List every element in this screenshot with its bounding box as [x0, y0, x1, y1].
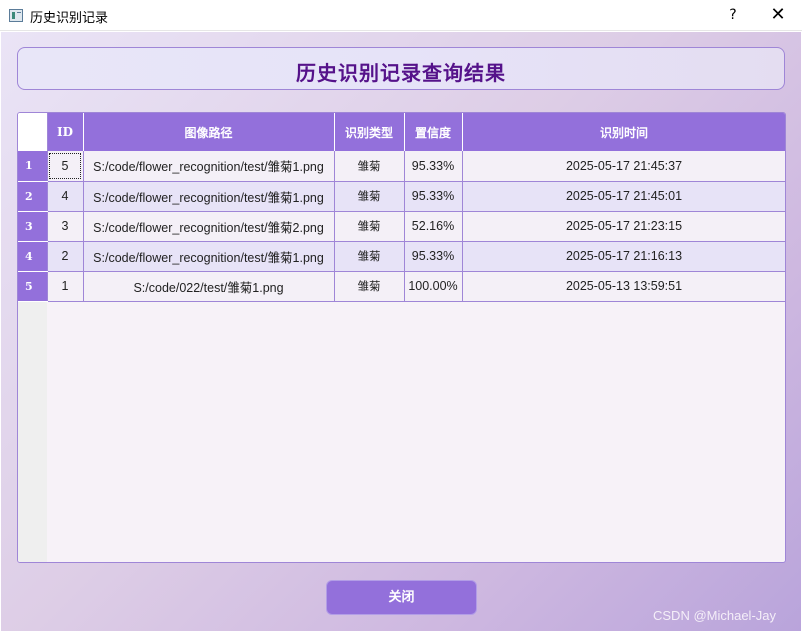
table-corner-button[interactable]: [18, 113, 48, 151]
cell-time[interactable]: 2025-05-17 21:23:15: [462, 211, 785, 242]
row-header[interactable]: 2: [18, 181, 48, 212]
cell-id[interactable]: 3: [47, 211, 84, 242]
page-title: 历史识别记录查询结果: [296, 61, 506, 85]
table-header-row: ID 图像路径 识别类型 置信度 识别时间: [18, 113, 785, 151]
cell-path[interactable]: S:/code/flower_recognition/test/雏菊1.png: [83, 151, 335, 182]
table-row[interactable]: 4 2 S:/code/flower_recognition/test/雏菊1.…: [18, 241, 785, 272]
cell-time[interactable]: 2025-05-13 13:59:51: [462, 271, 785, 302]
watermark: CSDN @Michael-Jay: [653, 608, 776, 623]
column-header-type[interactable]: 识别类型: [334, 113, 405, 151]
help-button[interactable]: ?: [718, 0, 748, 31]
cell-path[interactable]: S:/code/022/test/雏菊1.png: [83, 271, 335, 302]
cell-confidence[interactable]: 95.33%: [404, 241, 463, 272]
cell-id[interactable]: 5: [47, 151, 84, 182]
cell-type[interactable]: 雏菊: [334, 181, 405, 212]
app-icon: [9, 9, 23, 22]
history-table-grid: ID 图像路径 识别类型 置信度 识别时间 1 5 S:/code/flower…: [18, 113, 785, 302]
row-header[interactable]: 4: [18, 241, 48, 272]
column-header-id[interactable]: ID: [47, 113, 84, 151]
row-header[interactable]: 3: [18, 211, 48, 242]
cell-time[interactable]: 2025-05-17 21:45:37: [462, 151, 785, 182]
cell-time[interactable]: 2025-05-17 21:16:13: [462, 241, 785, 272]
column-header-time[interactable]: 识别时间: [462, 113, 785, 151]
cell-id[interactable]: 1: [47, 271, 84, 302]
history-table[interactable]: ID 图像路径 识别类型 置信度 识别时间 1 5 S:/code/flower…: [17, 112, 786, 563]
cell-confidence[interactable]: 95.33%: [404, 151, 463, 182]
window-title: 历史识别记录: [30, 11, 109, 26]
row-header[interactable]: 1: [18, 151, 48, 182]
cell-type[interactable]: 雏菊: [334, 211, 405, 242]
cell-confidence[interactable]: 100.00%: [404, 271, 463, 302]
table-row[interactable]: 3 3 S:/code/flower_recognition/test/雏菊2.…: [18, 211, 785, 242]
close-button[interactable]: 关闭: [326, 580, 477, 615]
table-row[interactable]: 2 4 S:/code/flower_recognition/test/雏菊1.…: [18, 181, 785, 212]
window-close-button[interactable]: ✕: [762, 0, 794, 31]
row-header[interactable]: 5: [18, 271, 48, 302]
cell-path[interactable]: S:/code/flower_recognition/test/雏菊2.png: [83, 211, 335, 242]
cell-id[interactable]: 2: [47, 241, 84, 272]
cell-path[interactable]: S:/code/flower_recognition/test/雏菊1.png: [83, 181, 335, 212]
header-banner: 历史识别记录查询结果: [17, 47, 785, 90]
cell-path[interactable]: S:/code/flower_recognition/test/雏菊1.png: [83, 241, 335, 272]
row-header-gutter: [18, 301, 47, 562]
column-header-path[interactable]: 图像路径: [83, 113, 335, 151]
cell-time[interactable]: 2025-05-17 21:45:01: [462, 181, 785, 212]
cell-type[interactable]: 雏菊: [334, 151, 405, 182]
cell-confidence[interactable]: 95.33%: [404, 181, 463, 212]
table-row[interactable]: 1 5 S:/code/flower_recognition/test/雏菊1.…: [18, 151, 785, 182]
cell-type[interactable]: 雏菊: [334, 271, 405, 302]
window-titlebar: 历史识别记录 ? ✕: [0, 0, 802, 31]
table-row[interactable]: 5 1 S:/code/022/test/雏菊1.png 雏菊 100.00% …: [18, 271, 785, 302]
column-header-confidence[interactable]: 置信度: [404, 113, 463, 151]
cell-id[interactable]: 4: [47, 181, 84, 212]
cell-type[interactable]: 雏菊: [334, 241, 405, 272]
window-body: 历史识别记录查询结果 ID 图像路径 识别类型 置信度 识别时间 1 5 S:/…: [1, 32, 801, 631]
cell-confidence[interactable]: 52.16%: [404, 211, 463, 242]
